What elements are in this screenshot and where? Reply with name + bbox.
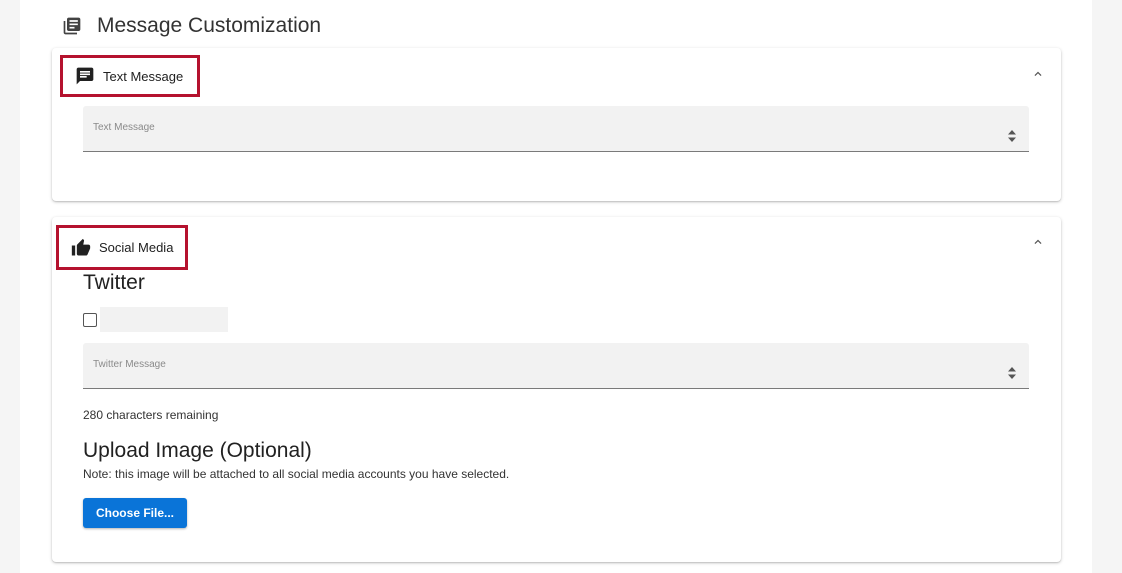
text-message-panel-title: Text Message [103, 68, 184, 84]
social-media-panel-title: Social Media [99, 240, 174, 255]
social-media-panel-header[interactable]: Social Media [56, 225, 188, 270]
characters-remaining: 280 characters remaining [83, 408, 219, 422]
chevron-up-icon[interactable] [1031, 67, 1045, 81]
twitter-account-checkbox[interactable] [83, 313, 97, 327]
upload-note: Note: this image will be attached to all… [83, 467, 510, 481]
page-title: Message Customization [97, 14, 322, 37]
resize-handle-icon[interactable] [1007, 366, 1017, 380]
text-message-field[interactable]: Text Message [83, 106, 1029, 152]
twitter-account-label-placeholder [100, 307, 228, 332]
resize-handle-icon[interactable] [1007, 129, 1017, 143]
library-books-icon [63, 17, 81, 35]
choose-file-button[interactable]: Choose File... [83, 498, 187, 528]
chat-message-icon [76, 67, 94, 85]
text-message-card: Text Message Text Message [52, 48, 1061, 201]
text-message-field-label: Text Message [93, 122, 155, 133]
text-message-panel-header[interactable]: Text Message [60, 55, 200, 97]
social-media-card: Social Media Twitter Twitter Message 280… [52, 217, 1061, 562]
chevron-up-icon[interactable] [1031, 235, 1045, 249]
page-container: Message Customization Text Message Text … [20, 0, 1092, 573]
twitter-message-field-label: Twitter Message [93, 359, 166, 370]
upload-image-heading: Upload Image (Optional) [83, 439, 312, 462]
thumb-up-icon [71, 238, 91, 255]
twitter-heading: Twitter [83, 271, 145, 294]
section-header: Message Customization [62, 12, 321, 40]
twitter-message-field[interactable]: Twitter Message [83, 343, 1029, 389]
